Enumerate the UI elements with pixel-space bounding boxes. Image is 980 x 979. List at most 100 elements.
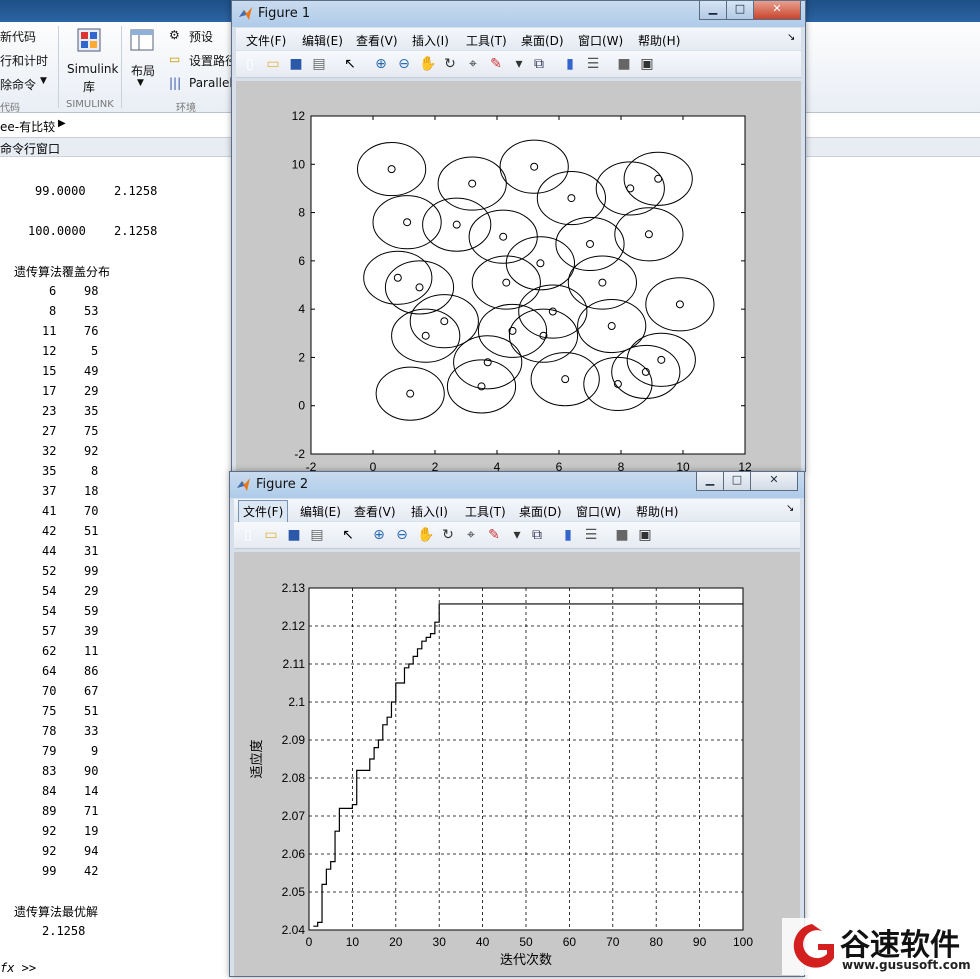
menu-insert[interactable]: 插入(I) — [412, 32, 449, 49]
ribbon-separator — [58, 26, 59, 108]
link-plot-icon[interactable]: ⧉ — [531, 56, 547, 72]
figure1-window[interactable]: Figure 1 ▁ □ ✕ 文件(F) 编辑(E) 查看(V) 插入(I) 工… — [231, 0, 806, 474]
maximize-button[interactable]: □ — [726, 1, 754, 20]
menu-edit[interactable]: 编辑(E) — [302, 32, 343, 49]
select-arrow-icon[interactable]: ↖ — [342, 56, 358, 72]
new-figure-icon[interactable]: ▯ — [242, 56, 258, 72]
figure2-window[interactable]: Figure 2 ▁ □ ✕ 文件(F) 编辑(E) 查看(V) 插入(I) 工… — [229, 471, 805, 977]
layout-icon[interactable] — [130, 28, 154, 52]
open-file-icon[interactable]: ▭ — [263, 527, 279, 543]
ribbon-simulink-lib[interactable]: 库 — [83, 78, 95, 95]
menu-edit[interactable]: 编辑(E) — [300, 503, 341, 520]
menu-window[interactable]: 窗口(W) — [578, 32, 623, 49]
ribbon-run-time[interactable]: 行和计时 — [0, 52, 48, 69]
best-heading: 遗传算法最优解 — [14, 905, 99, 919]
brush-icon[interactable]: ✎ — [486, 527, 502, 543]
dock-arrow-icon[interactable]: ↘ — [787, 32, 795, 43]
print-icon[interactable]: ▤ — [309, 527, 325, 543]
chevron-down-icon[interactable]: ▼ — [137, 78, 144, 88]
coverage-cell-y: 51 — [84, 524, 99, 538]
zoom-out-icon[interactable]: ⊖ — [396, 56, 412, 72]
simulink-icon[interactable] — [77, 28, 101, 52]
rotate-icon[interactable]: ↻ — [442, 56, 458, 72]
menu-help[interactable]: 帮助(H) — [636, 503, 678, 520]
parallel-icon[interactable]: ||| — [169, 76, 181, 90]
ribbon-new-code[interactable]: 新代码 — [0, 28, 36, 45]
figure2-axes[interactable]: 0 10 20 30 40 50 60 70 80 90 100 2.04 2.05 2.06 2.07 2.… — [234, 552, 800, 976]
legend-icon[interactable]: ☰ — [583, 527, 599, 543]
show-plottools-icon[interactable]: ▣ — [637, 527, 653, 543]
minimize-button[interactable]: ▁ — [696, 472, 724, 491]
show-plottools-icon[interactable]: ▣ — [639, 56, 655, 72]
minimize-button[interactable]: ▁ — [699, 1, 727, 20]
data-cursor-icon[interactable]: ⌖ — [463, 527, 479, 543]
command-window[interactable]: 99.0000 2.1258 100.0000 2.1258 遗传算法覆盖分布 … — [0, 157, 232, 975]
menu-insert[interactable]: 插入(I) — [411, 503, 448, 520]
link-plot-icon[interactable]: ⧉ — [529, 527, 545, 543]
chevron-down-icon[interactable]: ▼ — [40, 76, 47, 86]
maximize-button[interactable]: □ — [723, 472, 751, 491]
menu-file[interactable]: 文件(F) — [238, 500, 289, 523]
brush-icon[interactable]: ✎ — [488, 56, 504, 72]
data-cursor-icon[interactable]: ⌖ — [465, 56, 481, 72]
ribbon-setpath-label[interactable]: 设置路径 — [189, 52, 237, 69]
new-figure-icon[interactable]: ▯ — [240, 527, 256, 543]
zoom-out-icon[interactable]: ⊖ — [394, 527, 410, 543]
colorbar-icon[interactable]: ▮ — [562, 56, 578, 72]
menu-tools[interactable]: 工具(T) — [466, 32, 507, 49]
figure2-titlebar[interactable]: Figure 2 ▁ □ ✕ — [230, 472, 804, 498]
ribbon-parallel-label[interactable]: Parallel — [189, 76, 233, 90]
dropdown-arrow-icon[interactable]: ▾ — [511, 56, 527, 72]
current-folder-path[interactable]: ee-有比较 — [0, 118, 55, 135]
ribbon-separator — [121, 26, 122, 108]
ribbon-simulink-label[interactable]: Simulink — [67, 62, 118, 76]
coverage-cell-x: 42 — [42, 524, 57, 538]
menu-view[interactable]: 查看(V) — [354, 503, 396, 520]
dock-arrow-icon[interactable]: ↘ — [786, 503, 794, 514]
menu-desktop[interactable]: 桌面(D) — [519, 503, 562, 520]
open-file-icon[interactable]: ▭ — [265, 56, 281, 72]
pan-icon[interactable]: ✋ — [417, 527, 434, 543]
ribbon-clear-cmd[interactable]: 除命令 — [0, 76, 36, 93]
x-tick-label: 80 — [650, 935, 664, 949]
ribbon-layout-label[interactable]: 布局 — [131, 62, 155, 79]
menu-desktop[interactable]: 桌面(D) — [521, 32, 564, 49]
folder-icon[interactable]: ▭ — [169, 52, 180, 66]
chevron-right-icon[interactable]: ▶ — [58, 118, 66, 129]
zoom-in-icon[interactable]: ⊕ — [373, 56, 389, 72]
hide-plottools-icon[interactable]: ■ — [616, 56, 632, 72]
menu-help[interactable]: 帮助(H) — [638, 32, 680, 49]
close-button[interactable]: ✕ — [750, 472, 798, 491]
close-button[interactable]: ✕ — [753, 1, 801, 20]
y-tick-label: 2.12 — [282, 619, 306, 633]
coverage-cell-y: 71 — [84, 804, 99, 818]
figure2-toolbar: ▯ ▭ ■ ▤ ↖ ⊕ ⊖ ✋ ↻ ⌖ ✎ ▾ ⧉ ▮ ☰ ■ ▣ — [234, 522, 800, 549]
menu-window[interactable]: 窗口(W) — [576, 503, 621, 520]
gear-icon[interactable]: ⚙ — [169, 28, 180, 42]
y-tick-label: 6 — [298, 254, 305, 268]
figure1-titlebar[interactable]: Figure 1 ▁ □ ✕ — [232, 1, 805, 27]
coverage-cell-x: 54 — [42, 604, 57, 618]
hide-plottools-icon[interactable]: ■ — [614, 527, 630, 543]
print-icon[interactable]: ▤ — [311, 56, 327, 72]
coverage-heading: 遗传算法覆盖分布 — [14, 265, 111, 279]
dropdown-arrow-icon[interactable]: ▾ — [509, 527, 525, 543]
menu-tools[interactable]: 工具(T) — [465, 503, 506, 520]
figure1-axes[interactable]: -2 0 2 4 6 8 10 12 -2 0 2 4 6 8 10 12 — [236, 81, 801, 474]
zoom-in-icon[interactable]: ⊕ — [371, 527, 387, 543]
menu-view[interactable]: 查看(V) — [356, 32, 398, 49]
menu-file[interactable]: 文件(F) — [246, 32, 286, 49]
pan-icon[interactable]: ✋ — [419, 56, 436, 72]
legend-icon[interactable]: ☰ — [585, 56, 601, 72]
coverage-cell-x: 75 — [42, 704, 57, 718]
rotate-icon[interactable]: ↻ — [440, 527, 456, 543]
select-arrow-icon[interactable]: ↖ — [340, 527, 356, 543]
save-icon[interactable]: ■ — [286, 527, 302, 543]
colorbar-icon[interactable]: ▮ — [560, 527, 576, 543]
coverage-cell-y: 76 — [84, 324, 99, 338]
save-icon[interactable]: ■ — [288, 56, 304, 72]
command-prompt[interactable]: fx >> — [0, 961, 36, 975]
x-tick-label: 4 — [494, 460, 501, 471]
ribbon-preset-label[interactable]: 预设 — [189, 28, 213, 45]
coverage-cell-x: 52 — [42, 564, 57, 578]
